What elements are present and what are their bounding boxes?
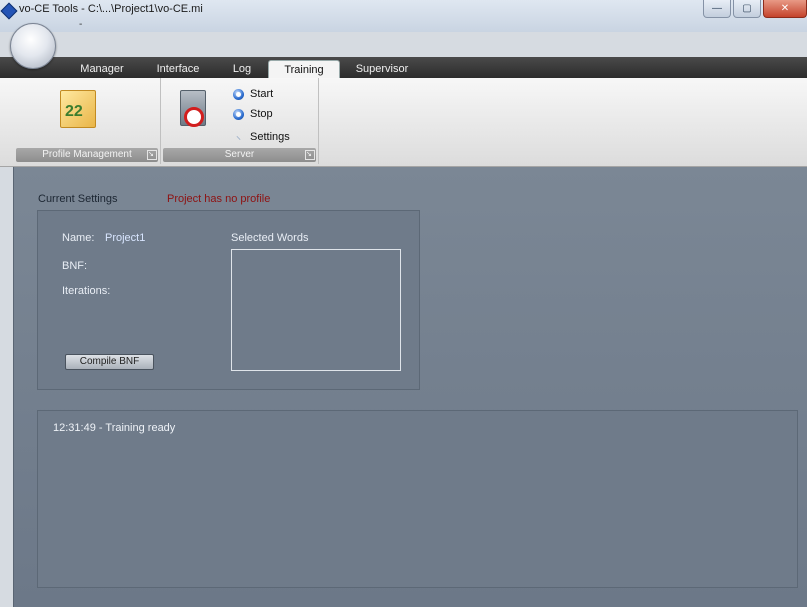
ribbon-panel: 22 Profile Management ↘ Start Stop ⸜ Set… [0,78,807,167]
bnf-label: BNF: [62,260,88,272]
selected-words-label: Selected Words [231,232,309,244]
title-bar: vo-CE Tools - C:\...\Project1\vo-CE.mi —… [0,0,807,32]
server-group-launcher-icon[interactable]: ↘ [305,150,315,160]
stop-icon [233,108,244,120]
tab-manager[interactable]: Manager [70,60,134,78]
start-button[interactable]: Start [233,86,273,102]
tab-training[interactable]: Training [268,60,340,79]
profile-users-icon[interactable]: 22 [60,90,96,128]
start-label: Start [250,88,274,100]
minimize-button[interactable]: — [703,0,731,18]
quick-access-toolbar[interactable]: - [79,19,82,30]
settings-button[interactable]: ⸜ Settings [233,129,290,145]
current-settings-label: Current Settings [38,193,118,205]
tab-interface[interactable]: Interface [146,60,210,78]
app-icon [0,2,18,20]
profile-group-label: Profile Management [16,148,158,162]
tab-supervisor[interactable]: Supervisor [344,60,420,78]
start-icon [233,88,244,100]
stop-button[interactable]: Stop [233,106,273,122]
compile-bnf-button[interactable]: Compile BNF [65,354,154,370]
stop-label: Stop [250,108,273,120]
name-label: Name: [62,232,95,244]
maximize-button[interactable]: ▢ [733,0,761,18]
log-panel[interactable]: 12:31:49 - Training ready [37,410,798,588]
settings-panel: Name: Project1 BNF: Iterations: Selected… [37,210,420,390]
profile-status: Project has no profile [167,193,271,205]
selected-words-list[interactable] [231,249,401,371]
main-content: Current Settings Project has no profile … [13,167,807,607]
wrench-icon: ⸜ [236,131,241,142]
window-controls: — ▢ ✕ [703,0,807,20]
server-group: Start Stop ⸜ Settings Server ↘ [161,78,319,164]
tab-log[interactable]: Log [222,60,262,78]
server-stopped-icon [180,90,206,127]
close-button[interactable]: ✕ [763,0,807,18]
name-value: Project1 [105,232,146,244]
application-orb-button[interactable] [10,23,56,69]
iterations-label: Iterations: [62,285,111,297]
no-entry-icon [184,107,204,127]
profile-icon-number: 22 [65,103,83,120]
server-group-label: Server [163,148,316,162]
settings-label: Settings [250,131,290,143]
log-line: 12:31:49 - Training ready [53,422,176,434]
ribbon-tab-strip: Manager Interface Log Training Superviso… [0,57,807,79]
profile-group-launcher-icon[interactable]: ↘ [147,150,157,160]
profile-management-group: 22 Profile Management ↘ [14,78,161,164]
window-title: vo-CE Tools - C:\...\Project1\vo-CE.mi [19,3,203,15]
